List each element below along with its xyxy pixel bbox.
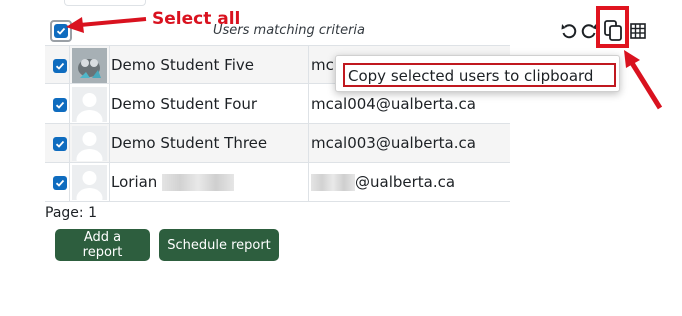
annotation-arrows — [66, 17, 663, 110]
arrow-to-select-all — [66, 17, 147, 33]
copy-icon-highlight — [596, 6, 629, 48]
select-all-annotation: Select all — [152, 9, 241, 29]
arrow-to-copy-icon — [624, 50, 663, 110]
